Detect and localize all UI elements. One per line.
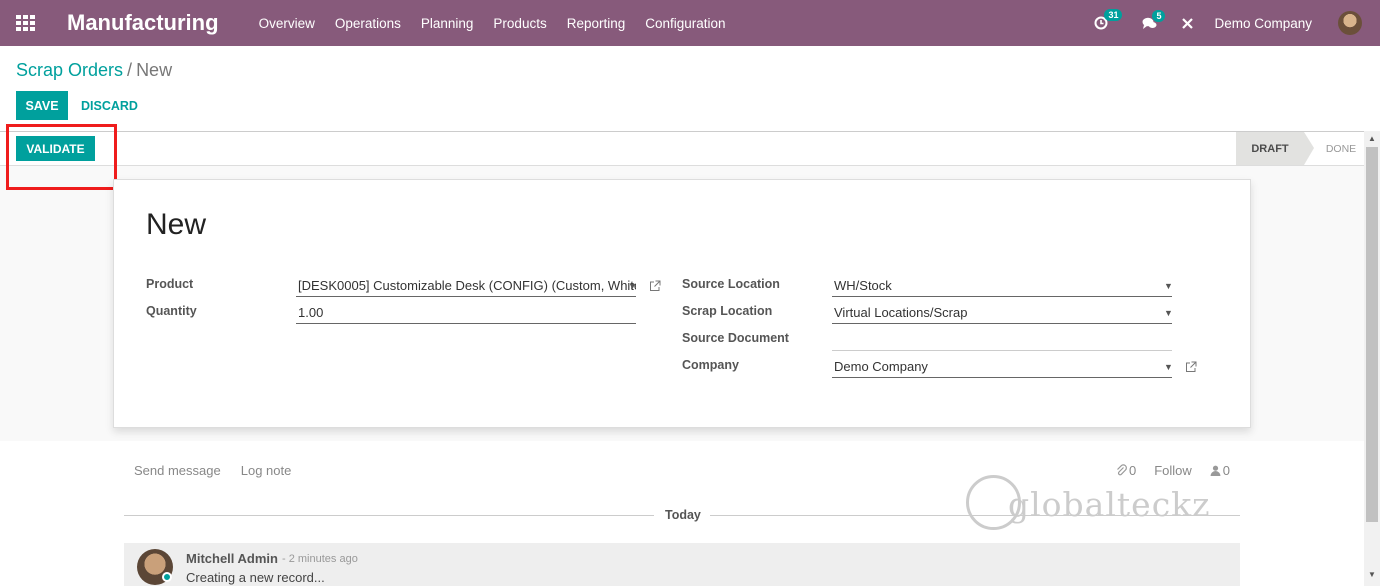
scrap-location-label: Scrap Location bbox=[682, 304, 773, 318]
save-button[interactable]: SAVE bbox=[16, 91, 68, 120]
record-title: New bbox=[146, 208, 207, 241]
send-message-button[interactable]: Send message bbox=[134, 463, 221, 478]
message-time: - 2 minutes ago bbox=[282, 553, 358, 565]
company-label: Company bbox=[682, 358, 739, 372]
menu-planning[interactable]: Planning bbox=[421, 16, 474, 31]
message-body: Creating a new record... bbox=[186, 570, 325, 585]
breadcrumb-current: New bbox=[136, 60, 173, 80]
top-navbar: Manufacturing Overview Operations Planni… bbox=[0, 0, 1380, 46]
source-document-label: Source Document bbox=[682, 331, 789, 345]
product-field[interactable]: [DESK0005] Customizable Desk (CONFIG) (C… bbox=[296, 275, 636, 297]
watermark-text: globalteckz bbox=[1008, 485, 1211, 524]
stage-done[interactable]: DONE bbox=[1318, 132, 1364, 165]
company-dropdown-icon[interactable]: ▼ bbox=[1164, 362, 1173, 372]
menu-products[interactable]: Products bbox=[493, 16, 546, 31]
message-author[interactable]: Mitchell Admin bbox=[186, 551, 278, 566]
source-location-dropdown-icon[interactable]: ▼ bbox=[1164, 281, 1173, 291]
company-field[interactable]: Demo Company bbox=[832, 356, 1172, 378]
quantity-field[interactable]: 1.00 bbox=[296, 302, 636, 324]
divider-left bbox=[124, 515, 654, 516]
user-avatar[interactable] bbox=[1338, 11, 1362, 35]
debug-tools-icon[interactable] bbox=[1181, 17, 1194, 30]
source-document-field[interactable] bbox=[832, 329, 1172, 351]
menu-reporting[interactable]: Reporting bbox=[567, 16, 626, 31]
source-location-field[interactable]: WH/Stock bbox=[832, 275, 1172, 297]
form-statusbar bbox=[0, 131, 1364, 166]
product-external-link-icon[interactable] bbox=[649, 280, 661, 292]
product-dropdown-icon[interactable]: ▼ bbox=[628, 281, 637, 291]
highlight-box bbox=[6, 124, 117, 190]
form-sheet: New Product [DESK0005] Customizable Desk… bbox=[113, 179, 1251, 428]
stage-arrow bbox=[1304, 132, 1314, 165]
log-note-button[interactable]: Log note bbox=[241, 463, 292, 478]
company-switcher[interactable]: Demo Company bbox=[1214, 16, 1312, 31]
source-location-label: Source Location bbox=[682, 277, 780, 291]
today-separator: Today bbox=[665, 508, 701, 522]
discard-button[interactable]: DISCARD bbox=[81, 91, 138, 120]
activity-button[interactable]: 31 bbox=[1094, 9, 1123, 30]
main-menu: Overview Operations Planning Products Re… bbox=[259, 16, 746, 31]
menu-operations[interactable]: Operations bbox=[335, 16, 401, 31]
product-label: Product bbox=[146, 277, 194, 291]
systray: 31 5 Demo Company bbox=[1094, 0, 1380, 46]
breadcrumb: Scrap Orders / New bbox=[16, 60, 172, 81]
scrollbar-thumb[interactable] bbox=[1366, 147, 1378, 522]
scroll-down-icon[interactable]: ▼ bbox=[1366, 570, 1378, 582]
scroll-up-icon[interactable]: ▲ bbox=[1366, 134, 1378, 146]
company-external-link-icon[interactable] bbox=[1185, 361, 1197, 373]
quantity-label: Quantity bbox=[146, 304, 197, 318]
breadcrumb-scrap-orders[interactable]: Scrap Orders bbox=[16, 60, 123, 80]
activity-count-badge: 31 bbox=[1104, 9, 1123, 21]
apps-menu-icon[interactable] bbox=[0, 0, 50, 46]
online-status-icon bbox=[162, 572, 172, 582]
scrap-location-field[interactable]: Virtual Locations/Scrap bbox=[832, 302, 1172, 324]
menu-configuration[interactable]: Configuration bbox=[645, 16, 725, 31]
chatter-message: Mitchell Admin - 2 minutes ago Creating … bbox=[124, 543, 1240, 586]
menu-overview[interactable]: Overview bbox=[259, 16, 315, 31]
watermark-logo: globalteckz bbox=[966, 475, 1226, 535]
scrap-location-dropdown-icon[interactable]: ▼ bbox=[1164, 308, 1173, 318]
app-name: Manufacturing bbox=[67, 10, 219, 35]
stage-draft[interactable]: DRAFT bbox=[1236, 132, 1304, 165]
breadcrumb-separator: / bbox=[127, 60, 133, 80]
chatter-topbar: Send message Log note bbox=[134, 463, 311, 478]
message-count-badge: 5 bbox=[1152, 9, 1166, 22]
messages-button[interactable]: 5 bbox=[1142, 9, 1166, 30]
